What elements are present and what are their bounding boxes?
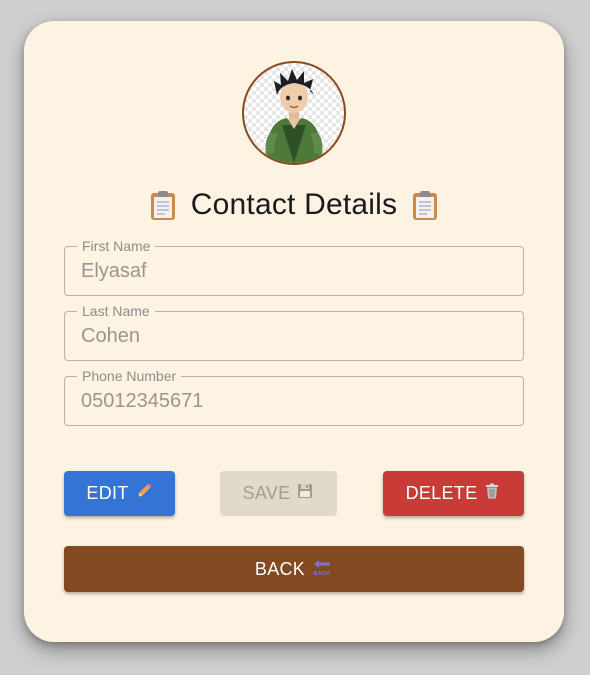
first-name-field[interactable]: First Name Elyasaf xyxy=(64,238,524,296)
floppy-disk-icon xyxy=(296,482,314,505)
clipboard-icon xyxy=(149,189,177,221)
last-name-value: Cohen xyxy=(81,325,140,347)
first-name-label: First Name xyxy=(77,238,156,254)
edit-button[interactable]: EDIT xyxy=(64,471,175,516)
delete-button-label: DELETE xyxy=(405,483,478,503)
first-name-value: Elyasaf xyxy=(81,260,147,282)
back-button[interactable]: BACK BACK xyxy=(64,546,524,592)
phone-number-value: 05012345671 xyxy=(81,390,204,412)
back-arrow-icon: BACK xyxy=(311,556,333,583)
back-icon-text: BACK xyxy=(314,571,331,577)
save-button-label: SAVE xyxy=(242,483,291,503)
phone-number-field[interactable]: Phone Number 05012345671 xyxy=(64,368,524,426)
avatar xyxy=(242,61,346,165)
trash-icon xyxy=(483,482,501,505)
edit-button-label: EDIT xyxy=(86,483,129,503)
page-title: Contact Details xyxy=(190,188,398,221)
phone-number-label: Phone Number xyxy=(77,368,182,384)
avatar-image xyxy=(265,69,323,163)
title-row: Contact Details xyxy=(24,185,564,225)
save-button[interactable]: SAVE xyxy=(220,471,337,516)
contact-card: Contact Details First Name Elyasaf Last … xyxy=(24,21,564,642)
clipboard-icon xyxy=(411,189,439,221)
last-name-label: Last Name xyxy=(77,303,155,319)
delete-button[interactable]: DELETE xyxy=(383,471,524,516)
last-name-field[interactable]: Last Name Cohen xyxy=(64,303,524,361)
back-button-label: BACK xyxy=(254,558,306,579)
pencil-icon xyxy=(135,482,153,505)
